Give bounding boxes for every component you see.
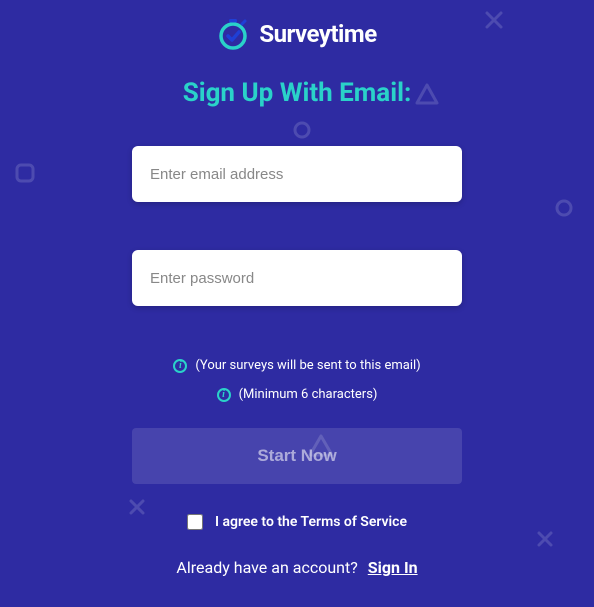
- page-heading: Sign Up With Email:: [183, 78, 412, 108]
- tos-label: I agree to the Terms of Service: [215, 514, 407, 530]
- tos-checkbox[interactable]: [187, 514, 203, 530]
- tos-row: I agree to the Terms of Service: [187, 514, 407, 530]
- info-icon: i: [173, 359, 187, 373]
- signin-prompt: Already have an account?: [176, 558, 357, 577]
- signin-row: Already have an account? Sign In: [176, 558, 417, 577]
- email-hint-text: (Your surveys will be sent to this email…: [195, 358, 420, 373]
- password-hint-text: (Minimum 6 characters): [239, 387, 378, 402]
- email-hint: i (Your surveys will be sent to this ema…: [173, 358, 420, 373]
- logo: Surveytime: [217, 18, 376, 50]
- email-input[interactable]: [132, 146, 462, 202]
- info-icon: i: [217, 388, 231, 402]
- password-hint: i (Minimum 6 characters): [217, 387, 378, 402]
- start-button[interactable]: Start Now: [132, 428, 462, 484]
- signin-link[interactable]: Sign In: [368, 558, 418, 577]
- logo-text: Surveytime: [259, 20, 376, 48]
- password-input[interactable]: [132, 250, 462, 306]
- stopwatch-check-icon: [217, 18, 249, 50]
